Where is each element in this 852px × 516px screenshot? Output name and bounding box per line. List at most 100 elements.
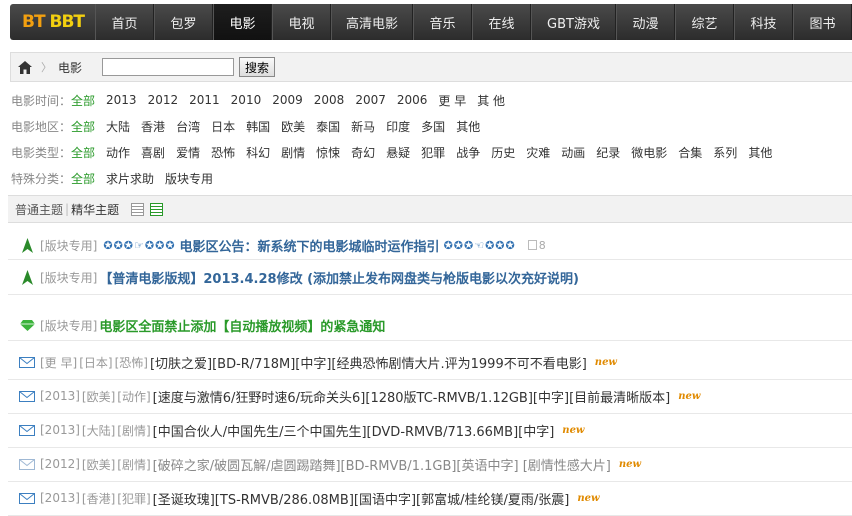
search-button[interactable]: 搜索 xyxy=(239,57,276,77)
filter-option[interactable]: 合集 xyxy=(678,144,702,161)
filter-option[interactable]: 2006 xyxy=(397,93,428,107)
filter-option[interactable]: 微电影 xyxy=(631,144,667,161)
nav-item-2[interactable]: 电影 xyxy=(213,4,272,40)
thread-tag[interactable]: [日本] xyxy=(79,354,112,371)
site-logo[interactable]: BT BBT xyxy=(10,4,95,40)
breadcrumb-current[interactable]: 电影 xyxy=(58,59,82,76)
filter-option[interactable]: 求片求助 xyxy=(106,170,154,187)
thread-tag[interactable]: [大陆] xyxy=(82,422,115,439)
thread-row[interactable]: [版块专用] ✪✪✪☞✪✪✪ 电影区公告：新系统下的电影城临时运作指引 ✪✪✪☜✪✪✪… xyxy=(8,231,852,260)
home-icon[interactable] xyxy=(11,60,39,74)
thread-tag[interactable]: [更 早] xyxy=(40,354,77,371)
filter-option[interactable]: 动作 xyxy=(106,144,130,161)
thread-tag[interactable]: [2012] xyxy=(40,457,80,471)
filter-option[interactable]: 动画 xyxy=(561,144,585,161)
filter-option[interactable]: 新马 xyxy=(351,118,375,135)
filter-option[interactable]: 其 他 xyxy=(477,92,505,109)
search-input[interactable] xyxy=(102,58,235,76)
filter-option[interactable]: 战争 xyxy=(456,144,480,161)
thread-title[interactable]: [中国合伙人/中国先生/三个中国先生][DVD-RMVB/713.66MB][中… xyxy=(153,421,555,440)
thread-tag[interactable]: [2013] xyxy=(40,389,80,403)
filter-option[interactable]: 剧情 xyxy=(281,144,305,161)
filter-option[interactable]: 全部 xyxy=(71,92,95,109)
filter-option[interactable]: 泰国 xyxy=(316,118,340,135)
nav-item-1[interactable]: 包罗 xyxy=(154,4,213,40)
normal-threads-tab[interactable]: 普通主题 xyxy=(15,201,63,218)
filter-option[interactable]: 纪录 xyxy=(596,144,620,161)
nav-item-0[interactable]: 首页 xyxy=(95,4,154,40)
filter-option[interactable]: 灾难 xyxy=(526,144,550,161)
thread-title[interactable]: 电影区公告：新系统下的电影城临时运作指引 xyxy=(180,236,440,255)
filter-option[interactable]: 科幻 xyxy=(246,144,270,161)
filter-option[interactable]: 全部 xyxy=(71,118,95,135)
filter-option[interactable]: 悬疑 xyxy=(386,144,410,161)
list-view-icon[interactable] xyxy=(131,202,145,216)
thread-tag[interactable]: [犯罪] xyxy=(117,490,150,507)
filter-option[interactable]: 更 早 xyxy=(438,92,466,109)
filter-option[interactable]: 2007 xyxy=(355,93,386,107)
thread-title[interactable]: 【普清电影版规】2013.4.28修改 (添加禁止发布网盘类与枪版电影以次充好说… xyxy=(99,268,579,287)
filter-option[interactable]: 版块专用 xyxy=(165,170,213,187)
thread-tag[interactable]: [香港] xyxy=(82,490,115,507)
filter-option[interactable]: 其他 xyxy=(456,118,480,135)
nav-item-5[interactable]: 音乐 xyxy=(413,4,472,40)
thread-row[interactable]: [2012] [欧美] [剧情] [破碎之家/破圆瓦解/虐圆踢踏舞][BD-RMVB/… xyxy=(8,447,852,482)
thread-tag[interactable]: [2013] xyxy=(40,423,80,437)
nav-item-10[interactable]: 科技 xyxy=(734,4,793,40)
filter-option[interactable]: 恐怖 xyxy=(211,144,235,161)
thread-row[interactable]: [2013] [香港] [犯罪] [圣诞玫瑰][TS-RMVB/286.08MB][国… xyxy=(8,481,852,516)
detail-view-icon[interactable] xyxy=(150,202,164,216)
filter-option[interactable]: 2011 xyxy=(189,93,220,107)
thread-title[interactable]: [破碎之家/破圆瓦解/虐圆踢踏舞][BD-RMVB/1.1GB][英语中字] [… xyxy=(153,455,611,474)
thread-tag[interactable]: [版块专用] xyxy=(40,237,97,254)
filter-option[interactable]: 惊悚 xyxy=(316,144,340,161)
filter-option[interactable]: 喜剧 xyxy=(141,144,165,161)
thread-title[interactable]: [速度与激情6/狂野时速6/玩命关头6][1280版TC-RMVB/1.12GB… xyxy=(153,387,671,406)
thread-tag[interactable]: [恐怖] xyxy=(115,354,148,371)
filter-option[interactable]: 历史 xyxy=(491,144,515,161)
filter-option[interactable]: 全部 xyxy=(71,170,95,187)
thread-tag[interactable]: [动作] xyxy=(117,388,150,405)
nav-item-4[interactable]: 高清电影 xyxy=(331,4,413,40)
nav-item-6[interactable]: 在线 xyxy=(472,4,531,40)
filter-option[interactable]: 大陆 xyxy=(106,118,130,135)
filter-option[interactable]: 奇幻 xyxy=(351,144,375,161)
thread-row[interactable]: [版块专用] 电影区全面禁止添加【自动播放视频】的紧急通知 xyxy=(8,310,852,341)
filter-option[interactable]: 日本 xyxy=(211,118,235,135)
nav-item-3[interactable]: 电视 xyxy=(272,4,331,40)
filter-option[interactable]: 2008 xyxy=(314,93,345,107)
elite-threads-tab[interactable]: 精华主题 xyxy=(71,201,119,218)
filter-option[interactable]: 印度 xyxy=(386,118,410,135)
thread-title[interactable]: [圣诞玫瑰][TS-RMVB/286.08MB][国语中字][郭富城/桂纶镁/夏… xyxy=(153,489,570,508)
filter-option[interactable]: 2013 xyxy=(106,93,137,107)
filter-option[interactable]: 多国 xyxy=(421,118,445,135)
thread-tag[interactable]: [剧情] xyxy=(117,456,150,473)
filter-option[interactable]: 2010 xyxy=(231,93,262,107)
filter-option[interactable]: 台湾 xyxy=(176,118,200,135)
filter-option[interactable]: 系列 xyxy=(713,144,737,161)
thread-row[interactable]: [2013] [欧美] [动作] [速度与激情6/狂野时速6/玩命关头6][1280版… xyxy=(8,379,852,414)
thread-title[interactable]: 电影区全面禁止添加【自动播放视频】的紧急通知 xyxy=(99,316,385,335)
nav-item-7[interactable]: GBT游戏 xyxy=(531,4,616,40)
thread-row[interactable]: [版块专用] 【普清电影版规】2013.4.28修改 (添加禁止发布网盘类与枪版电… xyxy=(8,260,852,295)
nav-item-9[interactable]: 综艺 xyxy=(675,4,734,40)
filter-option[interactable]: 香港 xyxy=(141,118,165,135)
thread-tag[interactable]: [版块专用] xyxy=(40,269,97,286)
filter-option[interactable]: 2009 xyxy=(272,93,303,107)
nav-item-8[interactable]: 动漫 xyxy=(616,4,675,40)
filter-option[interactable]: 欧美 xyxy=(281,118,305,135)
nav-item-11[interactable]: 图书 xyxy=(793,4,852,40)
filter-option[interactable]: 爱情 xyxy=(176,144,200,161)
thread-tag[interactable]: [2013] xyxy=(40,491,80,505)
filter-option[interactable]: 2012 xyxy=(148,93,179,107)
thread-tag[interactable]: [剧情] xyxy=(117,422,150,439)
thread-row[interactable]: [更 早] [日本] [恐怖] [切肤之爱][BD-R/718M][中字][经典恐怖剧… xyxy=(8,345,852,380)
filter-option[interactable]: 全部 xyxy=(71,144,95,161)
thread-title[interactable]: [切肤之爱][BD-R/718M][中字][经典恐怖剧情大片.评为1999不可不… xyxy=(150,353,587,372)
thread-tag[interactable]: [欧美] xyxy=(82,388,115,405)
thread-row[interactable]: [2013] [大陆] [剧情] [中国合伙人/中国先生/三个中国先生][DVD-RM… xyxy=(8,413,852,448)
thread-tag[interactable]: [欧美] xyxy=(82,456,115,473)
filter-option[interactable]: 韩国 xyxy=(246,118,270,135)
thread-tag[interactable]: [版块专用] xyxy=(40,317,97,334)
filter-option[interactable]: 犯罪 xyxy=(421,144,445,161)
